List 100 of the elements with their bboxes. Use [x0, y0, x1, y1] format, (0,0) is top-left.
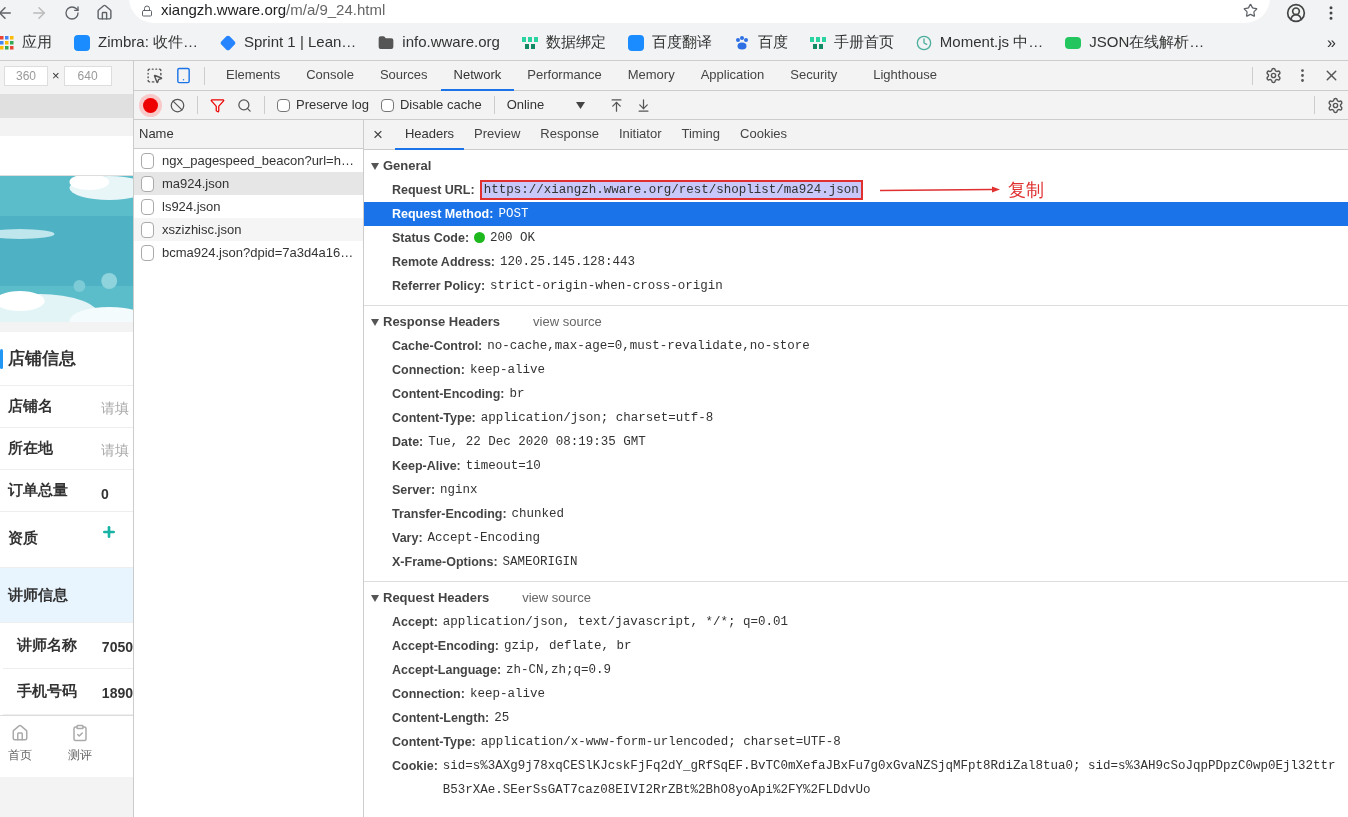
header-value: br: [509, 386, 525, 403]
devtools-tab[interactable]: Memory: [614, 60, 688, 91]
home-icon: [11, 724, 29, 742]
bookmark-item[interactable]: Moment.js 中…: [915, 31, 1044, 54]
header-value: 25: [494, 710, 510, 727]
header-value: sid=s%3AXg9j78xqCESlKJcskFjFq2dY_gRfSqEF.BvTC0mXefaJBxFu7g0xGvaNZSjqMFpt8RdiZal8tua0; sid=s%3AH9cSoJqpPDpzC0wp0Ejl32ttrB53rXAe.SEerSsGAT7caz08EIVI2RrZBt%2BhO8yoApi%2FY%2FLDdvUo: [442, 758, 1337, 799]
more-bookmarks-button[interactable]: »: [1327, 30, 1336, 55]
settings-icon[interactable]: [1265, 67, 1282, 84]
address-bar[interactable]: xiangzh.wware.org/m/a/9_24.html: [129, 0, 1270, 23]
devtools-tab[interactable]: Security: [777, 60, 851, 91]
detail-tab[interactable]: Headers: [394, 119, 465, 150]
bookmark-item[interactable]: 手册首页: [809, 31, 894, 54]
header-name: Cookie:: [392, 758, 438, 775]
devtools-tab[interactable]: Console: [293, 60, 367, 91]
field-value: 7050: [101, 638, 133, 657]
bookmark-item[interactable]: Sprint 1 | Lean…: [220, 31, 357, 54]
devtools-tab[interactable]: Elements: [213, 60, 294, 91]
file-icon: [141, 221, 154, 238]
field-label: 资质: [8, 528, 39, 548]
header-name: Accept-Language:: [392, 662, 502, 679]
home-icon[interactable]: [96, 4, 113, 21]
settings-icon[interactable]: [1327, 96, 1344, 114]
bookmark-item[interactable]: 百度: [733, 31, 788, 54]
bookmark-item[interactable]: JSON在线解析…: [1065, 31, 1205, 54]
bookmark-item[interactable]: info.wware.org: [378, 31, 500, 54]
checkbox[interactable]: Disable cache: [381, 95, 482, 115]
lock-icon: [141, 4, 153, 17]
clear-icon[interactable]: [170, 97, 185, 113]
section-header[interactable]: Response Headers: [371, 312, 501, 332]
section-header[interactable]: Request Headers: [371, 588, 490, 608]
bookmark-item[interactable]: 百度翻译: [627, 31, 712, 54]
header-value: Accept-Encoding: [427, 530, 541, 547]
header-value: 120.25.145.128:443: [500, 254, 636, 271]
favicon-icon: [627, 34, 644, 51]
times-label: ×: [52, 67, 60, 86]
bookmark-item[interactable]: 应用: [0, 31, 52, 54]
header-name: Accept:: [392, 614, 438, 631]
favicon-icon: [74, 34, 90, 51]
header-name: Request Method:: [392, 206, 494, 223]
header-value: keep-alive: [469, 686, 545, 703]
add-icon[interactable]: [101, 524, 117, 540]
devtools-tab[interactable]: Application: [687, 60, 778, 91]
favicon-icon: [809, 34, 826, 51]
bookmark-item[interactable]: 数据绑定: [521, 31, 606, 54]
reload-icon[interactable]: [64, 4, 80, 21]
field-value: 0: [101, 485, 109, 504]
header-name: Content-Type:: [392, 410, 476, 427]
device-toolbar-icon[interactable]: [175, 67, 192, 84]
file-icon: [141, 175, 154, 192]
field-label: 订单总量: [8, 480, 69, 501]
bookmark-item[interactable]: Zimbra: 收件…: [74, 31, 198, 54]
tab-bar-item[interactable]: 测评: [68, 724, 92, 764]
detail-tab[interactable]: Initiator: [608, 119, 672, 150]
apps-grid-icon: [0, 35, 14, 50]
section-title: 讲师信息: [8, 584, 68, 605]
header-name: Request URL:: [392, 182, 475, 199]
section-title: 店铺信息: [8, 347, 76, 370]
header-value: no-cache,max-age=0,must-revalidate,no-store: [487, 338, 810, 355]
header-value: POST: [498, 206, 529, 223]
header-name: Keep-Alive:: [392, 458, 461, 475]
inspect-icon[interactable]: [146, 67, 163, 84]
header-name: Content-Encoding:: [392, 386, 505, 403]
header-value: keep-alive: [469, 362, 545, 379]
expand-triangle-icon: [371, 318, 379, 326]
section-header[interactable]: General: [371, 156, 432, 176]
detail-tab[interactable]: Response: [530, 119, 609, 150]
filter-icon[interactable]: [210, 97, 225, 113]
header-name: Connection:: [392, 686, 465, 703]
annotation-label: 复制: [1007, 178, 1044, 202]
expand-triangle-icon: [371, 594, 379, 602]
throttling-dropdown[interactable]: Online: [506, 95, 585, 115]
header-name: Server:: [392, 482, 436, 499]
devtools-tab[interactable]: Performance: [514, 60, 615, 91]
detail-tab[interactable]: Cookies: [730, 119, 797, 150]
request-row[interactable]: xszizhisc.json: [134, 218, 363, 241]
profile-icon[interactable]: [1286, 2, 1306, 23]
header-value: strict-origin-when-cross-origin: [490, 278, 723, 295]
checkbox[interactable]: Preserve log: [277, 95, 369, 115]
view-source-link[interactable]: view source: [533, 312, 602, 332]
detail-tab[interactable]: Preview: [464, 119, 531, 150]
field-label: 手机号码: [17, 681, 78, 702]
devtools-tab[interactable]: Lighthouse: [860, 60, 950, 91]
field-label: 店铺名: [8, 396, 54, 417]
header-name: Content-Length:: [392, 710, 490, 727]
folder-icon: [378, 34, 395, 51]
file-icon: [141, 244, 154, 261]
search-icon[interactable]: [237, 97, 252, 113]
tab-bar-item[interactable]: 首页: [8, 724, 32, 764]
devtools-tab[interactable]: Sources: [366, 60, 441, 91]
header-value: gzip, deflate, br: [503, 638, 632, 655]
view-source-link[interactable]: view source: [522, 588, 591, 608]
bookmark-star-icon[interactable]: [1243, 3, 1258, 18]
header-name: Referrer Policy:: [392, 278, 486, 295]
header-name: Connection:: [392, 362, 465, 379]
detail-tab[interactable]: Timing: [671, 119, 731, 150]
header-value: https://xiangzh.wware.org/rest/shoplist/ma924.json: [479, 180, 863, 200]
close-button[interactable]: ×: [373, 121, 383, 148]
request-row[interactable]: ma924.json: [134, 172, 363, 195]
paw-icon: [733, 34, 750, 51]
clock-icon: [915, 34, 932, 51]
